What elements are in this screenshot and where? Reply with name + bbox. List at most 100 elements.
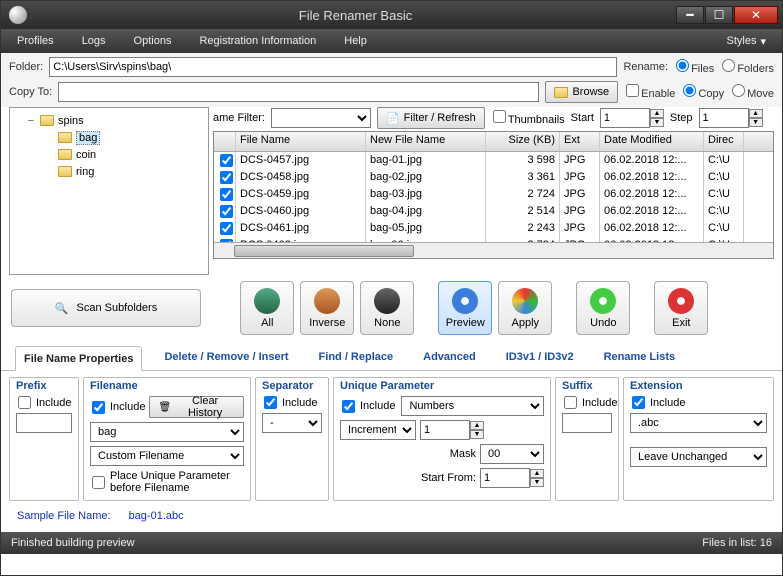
unique-type-select[interactable]: Numbers (401, 396, 544, 416)
tree-node-spins[interactable]: spins (58, 115, 84, 127)
separator-include-checkbox[interactable]: Include (262, 396, 322, 409)
exit-button[interactable]: Exit (654, 281, 708, 335)
row-checkbox[interactable] (220, 205, 233, 218)
filename-include-checkbox[interactable]: Include (90, 401, 145, 414)
chevron-down-icon: ▾ (760, 35, 766, 48)
tab-delete-remove-insert[interactable]: Delete / Remove / Insert (156, 345, 296, 370)
filename-mode-select[interactable]: Custom Filename (90, 446, 244, 466)
prefix-input[interactable] (16, 413, 72, 433)
table-row[interactable]: DCS-0458.jpgbag-02.jpg3 361JPG06.02.2018… (214, 169, 773, 186)
tree-node-coin[interactable]: coin (76, 149, 96, 161)
folder-icon (58, 132, 72, 143)
select-inverse-button[interactable]: Inverse (300, 281, 354, 335)
close-button[interactable]: ✕ (734, 6, 778, 24)
scan-subfolders-button[interactable]: 🔍Scan Subfolders (11, 289, 201, 327)
enable-checkbox[interactable]: Enable (624, 84, 675, 100)
spin-down-icon[interactable]: ▼ (470, 430, 484, 439)
folder-icon (58, 149, 72, 160)
start-input[interactable] (600, 108, 650, 128)
thumbnails-checkbox[interactable]: Thumbnails (491, 110, 565, 126)
extension-value-select[interactable]: .abc (630, 413, 767, 433)
rename-folders-radio[interactable]: Folders (720, 59, 774, 75)
stack-icon (314, 288, 340, 314)
name-filter-select[interactable] (271, 108, 371, 128)
row-checkbox[interactable] (220, 222, 233, 235)
tree-node-ring[interactable]: ring (76, 166, 94, 178)
apply-icon (512, 288, 538, 314)
extension-mode-select[interactable]: Leave Unchanged (630, 447, 767, 467)
increment-input[interactable] (420, 420, 470, 440)
place-unique-checkbox[interactable]: Place Unique Parameter before Filename (90, 470, 244, 494)
spin-down-icon[interactable]: ▼ (650, 118, 664, 127)
select-none-button[interactable]: None (360, 281, 414, 335)
folder-icon (40, 115, 54, 126)
exit-icon (668, 288, 694, 314)
folder-tree[interactable]: − spins bag coin ring (9, 107, 209, 275)
suffix-include-checkbox[interactable]: Include (562, 396, 612, 409)
preview-button[interactable]: Preview (438, 281, 492, 335)
spin-up-icon[interactable]: ▲ (470, 421, 484, 430)
folder-input[interactable] (49, 57, 617, 77)
tab-advanced[interactable]: Advanced (415, 345, 484, 370)
undo-button[interactable]: Undo (576, 281, 630, 335)
menu-help[interactable]: Help (344, 35, 367, 47)
collapse-icon[interactable]: − (26, 115, 36, 127)
tab-find-replace[interactable]: Find / Replace (311, 345, 402, 370)
spin-down-icon[interactable]: ▼ (749, 118, 763, 127)
step-label: Step (670, 112, 693, 124)
styles-menu[interactable]: Styles ▾ (727, 35, 767, 48)
mask-label: Mask (450, 448, 476, 460)
filter-refresh-button[interactable]: 📄 Filter / Refresh (377, 107, 485, 129)
filename-value-select[interactable]: bag (90, 422, 244, 442)
mask-select[interactable]: 00 (480, 444, 544, 464)
spin-up-icon[interactable]: ▲ (650, 109, 664, 118)
spin-up-icon[interactable]: ▲ (530, 469, 544, 478)
start-from-input[interactable] (480, 468, 530, 488)
suffix-input[interactable] (562, 413, 612, 433)
refresh-icon (452, 288, 478, 314)
increment-select[interactable]: Increment (340, 420, 416, 440)
tab-file-name-properties[interactable]: File Name Properties (15, 346, 142, 371)
menu-logs[interactable]: Logs (82, 35, 106, 47)
spin-down-icon[interactable]: ▼ (530, 478, 544, 487)
file-grid[interactable]: File Name New File Name Size (KB) Ext Da… (213, 131, 774, 259)
rename-files-radio[interactable]: Files (674, 59, 714, 75)
tab-id3[interactable]: ID3v1 / ID3v2 (498, 345, 582, 370)
unique-parameter-group: Unique Parameter Include Numbers Increme… (333, 377, 551, 501)
tree-node-bag[interactable]: bag (76, 131, 100, 145)
tab-rename-lists[interactable]: Rename Lists (596, 345, 684, 370)
select-all-button[interactable]: All (240, 281, 294, 335)
extension-group: Extension Include .abc Leave Unchanged (623, 377, 774, 501)
table-row[interactable]: DCS-0461.jpgbag-05.jpg2 243JPG06.02.2018… (214, 220, 773, 237)
separator-select[interactable]: - (262, 413, 322, 433)
clear-history-button[interactable]: 🗑 Clear History (149, 396, 244, 418)
maximize-button[interactable]: ☐ (705, 6, 733, 24)
table-row[interactable]: DCS-0459.jpgbag-03.jpg2 724JPG06.02.2018… (214, 186, 773, 203)
move-radio[interactable]: Move (730, 84, 774, 100)
horizontal-scrollbar[interactable] (214, 242, 773, 258)
folder-search-icon: 🔍 (55, 302, 69, 315)
minimize-button[interactable]: ━ (676, 6, 704, 24)
apply-button[interactable]: Apply (498, 281, 552, 335)
copyto-input[interactable] (58, 82, 539, 102)
rename-label: Rename: (623, 61, 668, 73)
row-checkbox[interactable] (220, 154, 233, 167)
copy-radio[interactable]: Copy (681, 84, 724, 100)
folder-icon (58, 166, 72, 177)
browse-button[interactable]: Browse (545, 81, 618, 103)
unique-include-checkbox[interactable]: Include (340, 396, 395, 416)
menu-options[interactable]: Options (134, 35, 172, 47)
prefix-group: Prefix Include (9, 377, 79, 501)
extension-include-checkbox[interactable]: Include (630, 396, 767, 409)
files-count: Files in list: 16 (702, 537, 772, 549)
step-input[interactable] (699, 108, 749, 128)
row-checkbox[interactable] (220, 188, 233, 201)
menu-registration[interactable]: Registration Information (199, 35, 316, 47)
menu-profiles[interactable]: Profiles (17, 35, 54, 47)
table-row[interactable]: DCS-0457.jpgbag-01.jpg3 598JPG06.02.2018… (214, 152, 773, 169)
grid-header[interactable]: File Name New File Name Size (KB) Ext Da… (214, 132, 773, 152)
spin-up-icon[interactable]: ▲ (749, 109, 763, 118)
prefix-include-checkbox[interactable]: Include (16, 396, 72, 409)
table-row[interactable]: DCS-0460.jpgbag-04.jpg2 514JPG06.02.2018… (214, 203, 773, 220)
row-checkbox[interactable] (220, 171, 233, 184)
